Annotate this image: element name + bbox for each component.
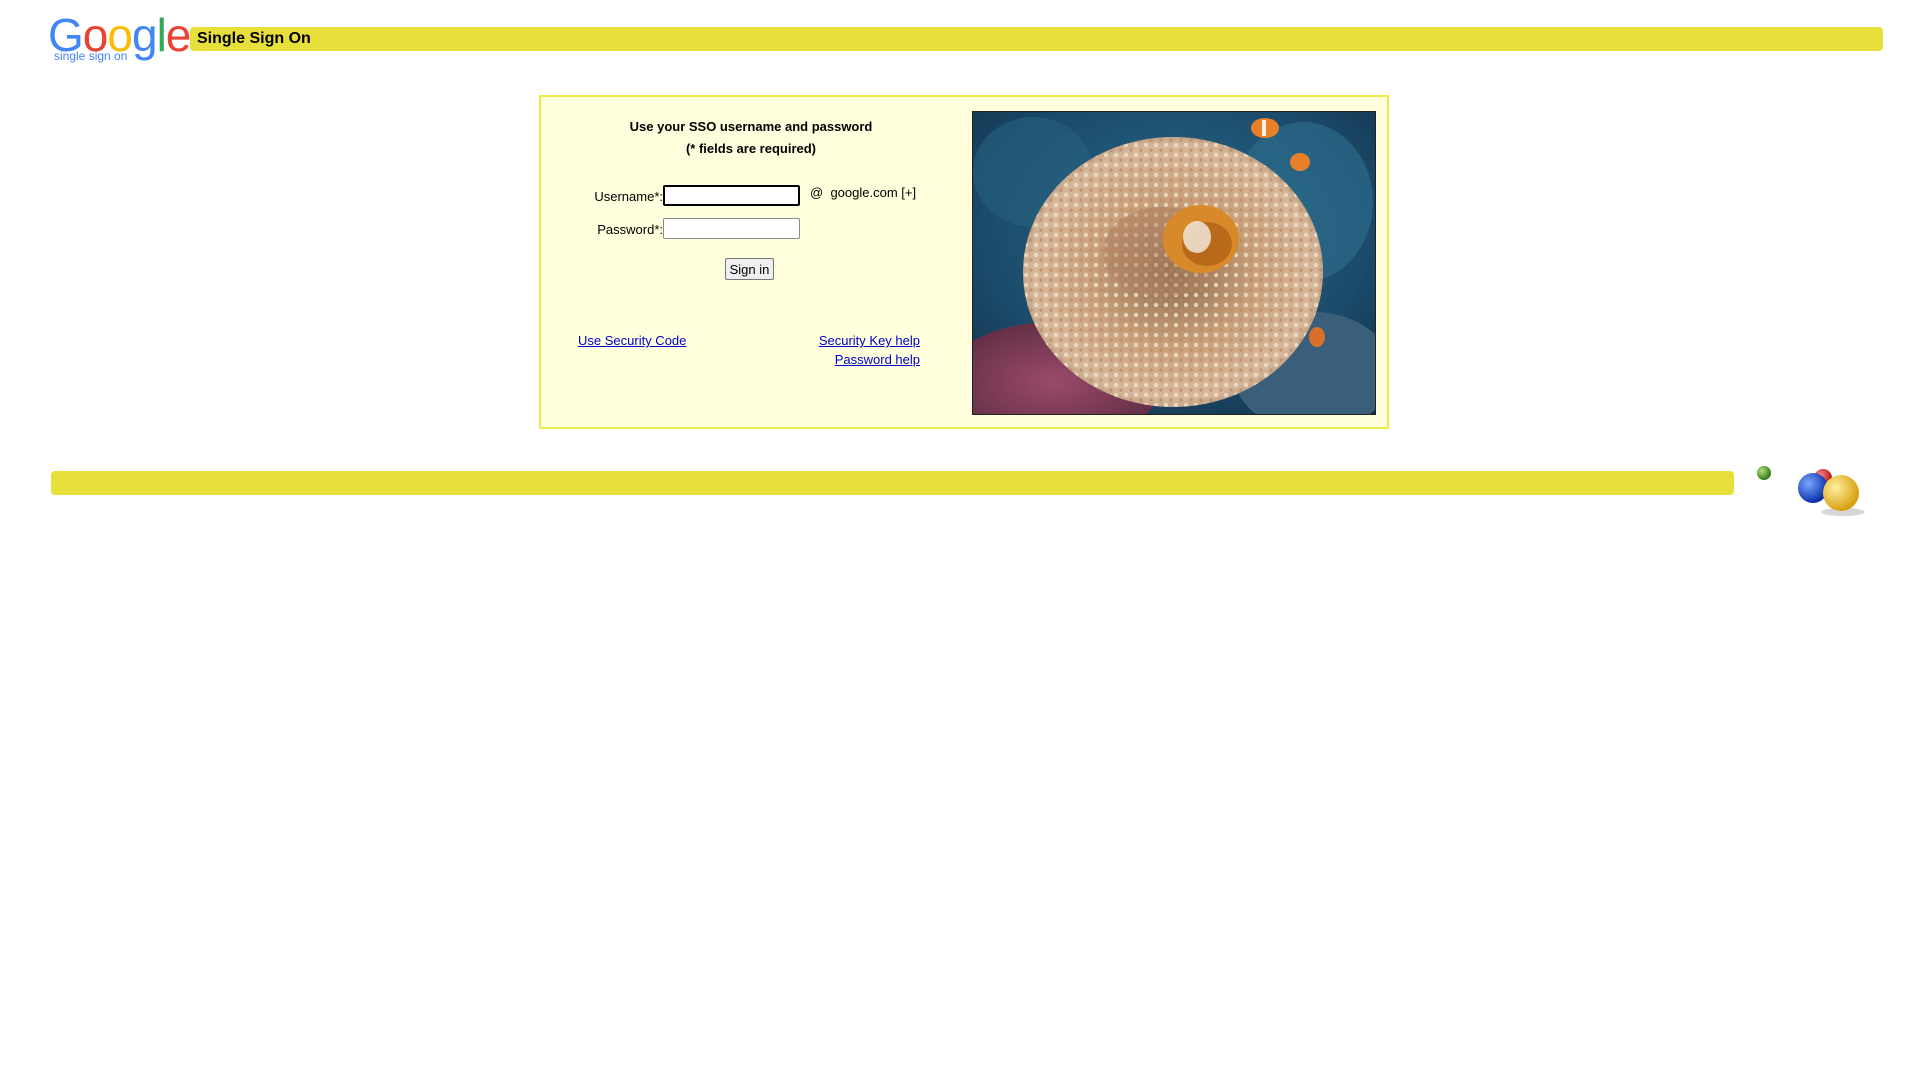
logo-letter-e: e bbox=[165, 9, 192, 61]
google-sso-logo[interactable]: Google single sign on bbox=[48, 9, 192, 66]
use-security-code-link[interactable]: Use Security Code bbox=[578, 333, 686, 348]
logo-subtitle: single sign on bbox=[54, 49, 128, 63]
footer-bar bbox=[51, 471, 1734, 495]
anemone-image bbox=[973, 112, 1375, 414]
username-label: Username*: bbox=[594, 189, 663, 204]
at-sign: @ bbox=[810, 185, 824, 200]
login-heading-line2: (* fields are required) bbox=[685, 141, 817, 156]
password-label: Password*: bbox=[597, 222, 663, 237]
login-heading: Use your SSO username and password (* fi… bbox=[541, 116, 961, 160]
google-balls-icon bbox=[1745, 458, 1875, 518]
header: Google single sign on Single Sign On bbox=[0, 0, 1920, 80]
sea-anemone-clownfish-photo bbox=[972, 111, 1376, 415]
login-heading-line1: Use your SSO username and password bbox=[629, 119, 873, 134]
username-input[interactable] bbox=[663, 185, 800, 206]
domain-text[interactable]: google.com [+] bbox=[830, 185, 916, 200]
password-input[interactable] bbox=[663, 218, 800, 239]
page-title: Single Sign On bbox=[197, 30, 311, 47]
google-balls-graphic bbox=[1757, 466, 1865, 516]
logo-letter-l: l bbox=[156, 9, 167, 61]
password-help-link[interactable]: Password help bbox=[835, 352, 920, 367]
login-panel: Use your SSO username and password (* fi… bbox=[539, 95, 1389, 429]
sign-in-button[interactable]: Sign in bbox=[725, 258, 774, 280]
domain-suffix[interactable]: @ google.com [+] bbox=[810, 185, 916, 200]
logo-letter-g2: g bbox=[131, 9, 158, 61]
security-key-help-link[interactable]: Security Key help bbox=[819, 333, 920, 348]
title-bar: Single Sign On bbox=[190, 27, 1883, 51]
